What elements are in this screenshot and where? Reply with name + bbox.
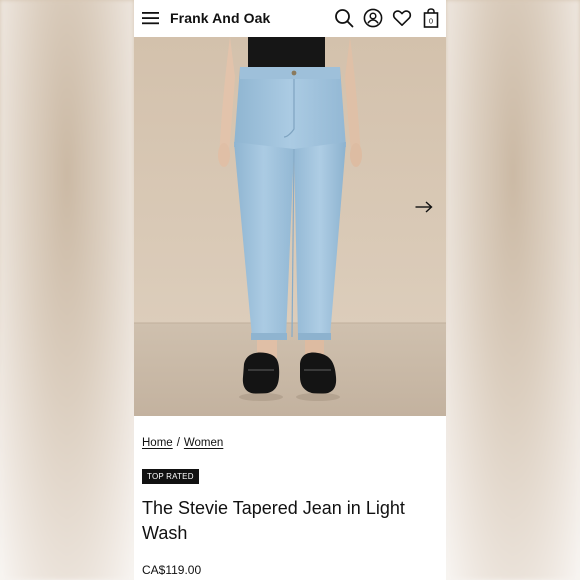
- cart-count: 0: [429, 16, 433, 25]
- product-price: CA$119.00: [142, 563, 202, 577]
- breadcrumb-separator: /: [176, 437, 180, 449]
- top-rated-badge: TOP RATED: [142, 469, 199, 484]
- product-page: Frank And Oak 0 Home / Women TOP RATED T…: [134, 0, 446, 580]
- arrow-right-icon[interactable]: [415, 200, 433, 214]
- breadcrumb-women[interactable]: Women: [184, 437, 223, 449]
- shopping-bag-icon[interactable]: 0: [421, 8, 441, 28]
- product-image[interactable]: [134, 37, 446, 416]
- site-header: Frank And Oak 0: [134, 0, 446, 37]
- product-title: The Stevie Tapered Jean in Light Wash: [142, 498, 405, 543]
- heart-icon[interactable]: [392, 8, 412, 28]
- account-icon[interactable]: [363, 8, 383, 28]
- hamburger-menu-icon[interactable]: [142, 10, 159, 26]
- search-icon[interactable]: [334, 8, 354, 28]
- breadcrumb-home[interactable]: Home: [142, 437, 173, 449]
- product-photo: [134, 37, 446, 416]
- brand-logo[interactable]: Frank And Oak: [170, 10, 270, 26]
- breadcrumb: Home / Women: [142, 437, 223, 449]
- backdrop-left: [0, 0, 134, 580]
- backdrop-right: [446, 0, 580, 580]
- product-info: Home / Women TOP RATED The Stevie Tapered …: [134, 416, 446, 580]
